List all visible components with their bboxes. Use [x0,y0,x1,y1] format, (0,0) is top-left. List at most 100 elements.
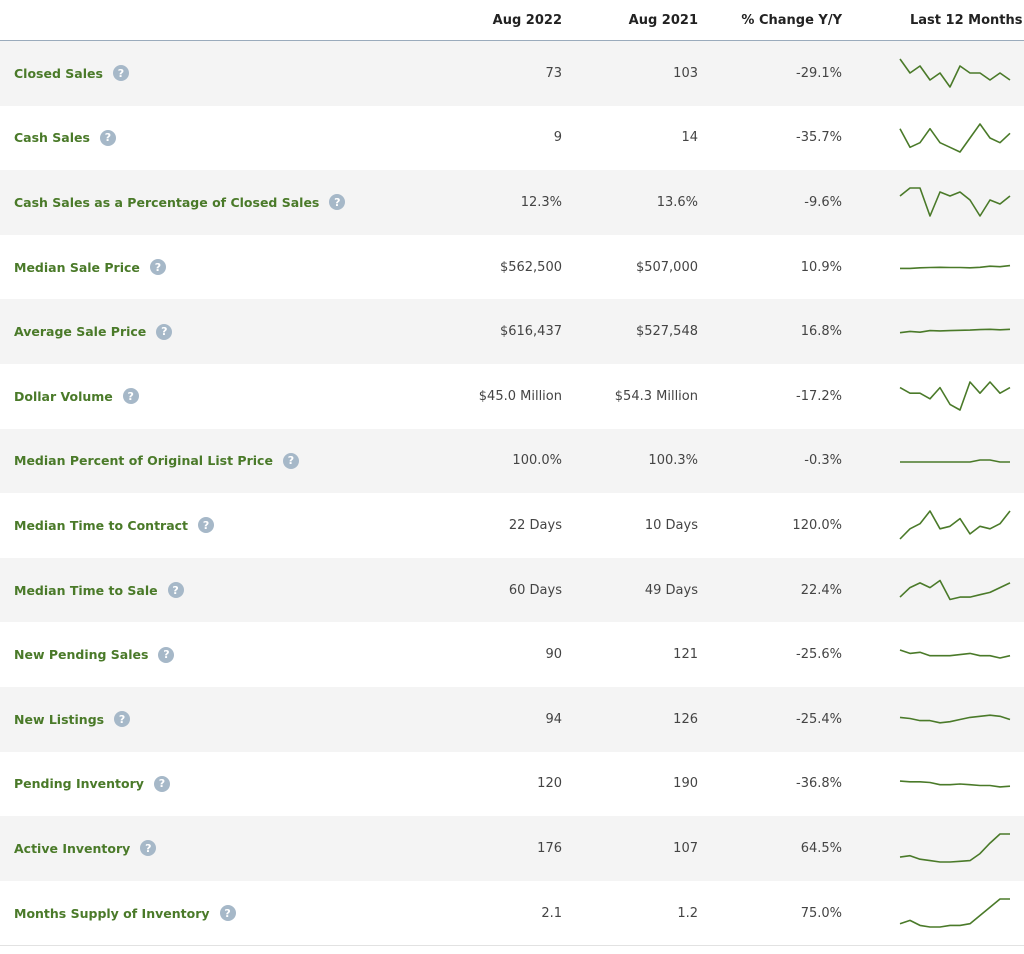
column-header-last-12-months: Last 12 Months [910,13,1023,28]
metric-name: Median Time to Contract [14,517,189,533]
value-aug-2021: 13.6% [656,194,698,210]
help-icon[interactable]: ? [219,905,236,922]
sparkline-line [899,58,1011,88]
table-row: Median Sale Price? $562,500 $507,000 10.9% [0,235,1024,300]
value-percent-change: -0.3% [804,453,842,469]
value-aug-2021: 1.2 [677,905,698,921]
sparkline-last-12-months [899,833,1010,863]
help-icon[interactable]: ? [282,452,299,469]
value-percent-change: -25.6% [796,647,842,663]
sparkline-last-12-months [899,579,1011,601]
row-label: Average Sale Price? [14,299,173,364]
value-aug-2022: 12.3% [520,194,562,210]
help-icon[interactable]: ? [153,775,170,792]
table-row: Dollar Volume? $45.0 Million $54.3 Million… [0,364,1024,429]
value-aug-2022: 73 [545,65,562,81]
row-label: Dollar Volume? [14,364,139,429]
value-aug-2021: 126 [673,711,698,727]
column-header-aug-2021[interactable]: Aug 2021 [629,13,698,28]
sparkline-last-12-months [899,779,1011,788]
metric-name: New Listings [14,711,105,727]
metric-name: Months Supply of Inventory [14,905,210,921]
value-aug-2022: $616,437 [499,324,562,340]
table-row: New Pending Sales? 90 121 -25.6% [0,622,1024,687]
value-aug-2022: 176 [537,840,562,856]
row-label: Median Sale Price? [14,235,166,300]
value-aug-2021: 10 Days [644,517,698,533]
row-label: Cash Sales? [14,106,116,171]
sparkline-line [900,264,1011,269]
metric-name: Median Time to Sale [14,582,158,598]
sparkline-line [899,381,1011,411]
table-row: Median Percent of Original List Price? 10… [0,428,1024,494]
value-percent-change: 16.8% [800,324,842,340]
value-aug-2021: 190 [673,776,698,792]
help-icon[interactable]: ? [158,646,175,663]
table-body: Closed Sales? 73 103 -29.1% Cash Sales? 9 14 -3… [0,41,1024,945]
value-percent-change: 64.5% [800,840,842,856]
value-aug-2022: 60 Days [508,582,562,598]
sparkline-line [899,897,1010,928]
sparkline-line [899,649,1011,660]
table-row: Active Inventory? 176 107 64.5% [0,816,1024,881]
value-aug-2022: 2.1 [541,905,562,921]
sparkline-line [900,458,1010,463]
value-aug-2021: 121 [673,647,698,663]
value-aug-2022: $45.0 Million [478,388,562,404]
table-row: New Listings? 94 126 -25.4% [0,686,1024,752]
sparkline-last-12-months [899,58,1011,88]
value-aug-2022: 94 [545,711,562,727]
sparkline-last-12-months [899,649,1011,660]
value-percent-change: -35.7% [796,130,842,146]
sparkline-line [899,833,1010,863]
sparkline-line [899,187,1011,217]
sparkline-line [899,779,1011,788]
sparkline-last-12-months [900,264,1011,269]
value-aug-2021: 100.3% [648,453,698,469]
value-aug-2022: 22 Days [508,517,562,533]
value-percent-change: -29.1% [796,65,842,81]
table-row: Median Time to Contract? 22 Days 10 Days 12… [0,493,1024,558]
help-icon[interactable]: ? [99,129,116,146]
value-percent-change: 75.0% [800,905,842,921]
value-percent-change: 22.4% [800,582,842,598]
metric-name: Closed Sales [14,65,103,81]
value-aug-2021: 14 [681,130,698,146]
help-icon[interactable]: ? [167,582,184,599]
help-icon[interactable]: ? [156,323,173,340]
metric-name: Dollar Volume [14,388,113,404]
table-row: Months Supply of Inventory? 2.1 1.2 75.0% [0,881,1024,946]
value-percent-change: 120.0% [792,517,842,533]
value-aug-2021: $507,000 [635,259,698,275]
help-icon[interactable]: ? [114,711,131,728]
help-icon[interactable]: ? [112,65,129,82]
column-header-aug-2022[interactable]: Aug 2022 [493,13,562,28]
row-label: Pending Inventory? [14,752,170,817]
help-icon[interactable]: ? [198,517,215,534]
column-header-percent-change[interactable]: % Change Y/Y [741,13,842,28]
value-aug-2022: 90 [545,647,562,663]
value-percent-change: 10.9% [800,259,842,275]
sparkline-line [899,122,1011,153]
value-aug-2021: $54.3 Million [614,388,698,404]
sparkline-last-12-months [899,381,1011,411]
table-row: Closed Sales? 73 103 -29.1% [0,41,1024,106]
table-row: Average Sale Price? $616,437 $527,548 16.8% [0,299,1024,364]
value-aug-2021: 103 [673,65,698,81]
value-aug-2022: $562,500 [499,259,562,275]
sparkline-last-12-months [899,187,1011,217]
sparkline-last-12-months [899,328,1011,334]
row-label: Closed Sales? [14,41,129,106]
value-percent-change: -36.8% [796,776,842,792]
help-icon[interactable]: ? [122,388,139,405]
sparkline-last-12-months [899,897,1010,928]
table-row: Cash Sales as a Percentage of Closed Sal… [0,170,1024,235]
row-label: Active Inventory? [14,816,157,881]
help-icon[interactable]: ? [140,840,157,857]
help-icon[interactable]: ? [149,259,166,276]
sparkline-last-12-months [899,510,1011,540]
value-aug-2021: $527,548 [635,324,698,340]
value-percent-change: -25.4% [796,711,842,727]
help-icon[interactable]: ? [329,194,346,211]
value-aug-2021: 107 [673,840,698,856]
